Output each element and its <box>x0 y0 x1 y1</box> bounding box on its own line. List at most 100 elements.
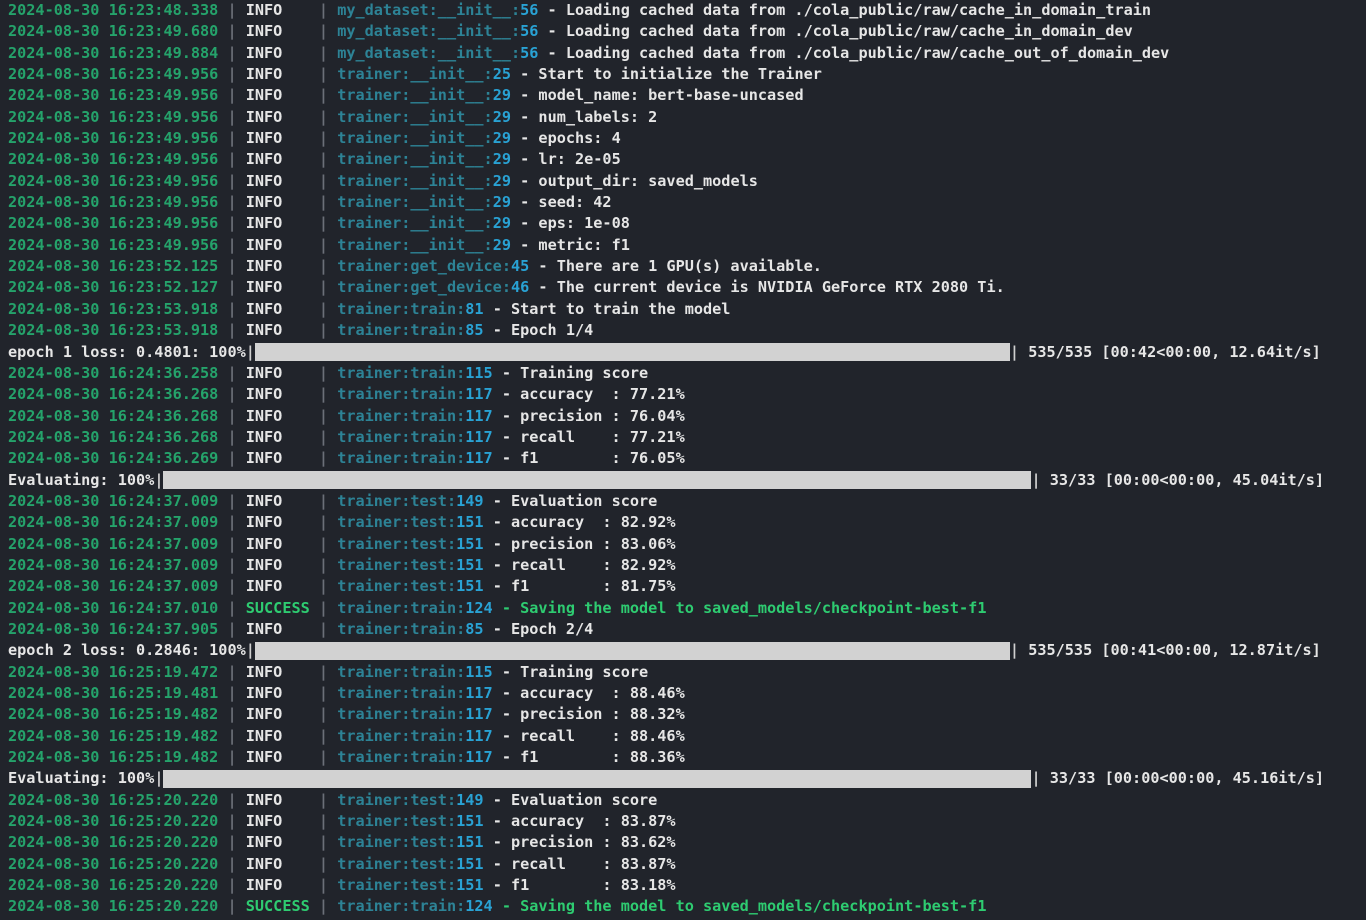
log-level-badge: INFO <box>245 555 283 574</box>
column-separator-icon: | <box>218 171 246 190</box>
column-separator-icon: | <box>218 65 246 84</box>
progress-bar-row: Evaluating: 100% | | 33/33 [00:00<00:00, 4… <box>0 768 1366 789</box>
log-function-name: get_device <box>410 278 502 297</box>
level-padding <box>282 300 319 318</box>
log-module-name: trainer <box>337 513 402 532</box>
column-separator-icon: | <box>218 555 246 574</box>
level-padding <box>282 812 319 830</box>
column-separator-icon: | <box>318 833 338 852</box>
log-timestamp: 2024-08-30 16:25:20.220 <box>8 790 219 809</box>
message-dash: - <box>510 150 539 169</box>
column-separator-icon: | <box>218 577 246 596</box>
level-padding <box>282 791 319 809</box>
function-colon: : <box>446 577 457 596</box>
column-separator-icon: | <box>218 897 246 916</box>
log-module-name: trainer <box>337 684 402 702</box>
log-line: 2024-08-30 16:25:20.220 | INFO | trainer… <box>0 875 1366 896</box>
column-separator-icon: | <box>318 705 338 724</box>
log-level-badge: INFO <box>245 129 283 148</box>
log-timestamp: 2024-08-30 16:24:36.268 <box>8 385 219 404</box>
message-dash: - <box>483 577 511 596</box>
module-colon: : <box>401 150 411 169</box>
log-timestamp: 2024-08-30 16:23:49.956 <box>8 129 219 148</box>
message-dash: - <box>492 726 521 745</box>
column-separator-icon: | <box>318 577 338 596</box>
message-dash: - <box>492 748 521 767</box>
log-line: 2024-08-30 16:23:53.918 | INFO | trainer… <box>0 299 1366 320</box>
module-colon: : <box>428 43 438 62</box>
log-line: 2024-08-30 16:24:36.258 | INFO | trainer… <box>0 363 1366 384</box>
function-colon: : <box>456 321 466 340</box>
log-message: f1 : 81.75% <box>510 577 676 596</box>
log-line-number: 45 <box>510 257 530 276</box>
module-colon: : <box>401 790 411 809</box>
log-level-badge: INFO <box>245 107 283 126</box>
log-level-badge: INFO <box>245 385 283 404</box>
log-level-badge: INFO <box>245 449 283 468</box>
module-colon: : <box>401 107 411 126</box>
module-colon: : <box>401 257 411 276</box>
log-level-badge: INFO <box>245 513 283 532</box>
progress-right-pipe-icon: | <box>1009 342 1020 361</box>
log-line-number: 29 <box>492 107 511 126</box>
log-function-name: train <box>410 427 457 446</box>
function-colon: : <box>456 406 466 425</box>
log-level-badge: INFO <box>245 235 283 254</box>
function-colon: : <box>446 876 457 895</box>
function-colon: : <box>446 854 457 873</box>
function-colon: : <box>456 619 466 638</box>
log-message: num_labels: 2 <box>538 107 658 126</box>
log-module-name: trainer <box>337 235 402 254</box>
module-colon: : <box>401 513 411 532</box>
log-line-number: 117 <box>465 449 493 468</box>
log-module-name: trainer <box>337 748 402 767</box>
log-level-badge: INFO <box>245 705 283 724</box>
log-module-name: trainer <box>337 65 402 84</box>
column-separator-icon: | <box>218 385 246 404</box>
log-message: f1 : 88.36% <box>520 748 685 767</box>
level-padding <box>282 449 319 467</box>
level-padding <box>282 364 319 382</box>
log-message: recall : 88.46% <box>520 726 685 745</box>
level-padding <box>310 599 319 617</box>
module-colon: : <box>401 555 411 574</box>
log-level-badge: INFO <box>245 214 283 233</box>
log-function-name: train <box>410 684 457 702</box>
log-level-badge: INFO <box>245 684 283 702</box>
log-function-name: __init__ <box>410 214 484 233</box>
log-line: 2024-08-30 16:24:37.009 | INFO | trainer… <box>0 534 1366 555</box>
log-line-number: 149 <box>456 790 484 809</box>
level-padding <box>282 150 319 168</box>
log-function-name: __init__ <box>437 22 511 41</box>
log-line-number: 124 <box>465 598 493 617</box>
log-module-name: trainer <box>337 427 402 446</box>
log-message: accuracy : 88.46% <box>520 684 685 702</box>
log-line-number: 29 <box>492 129 511 148</box>
column-separator-icon: | <box>218 321 246 340</box>
log-module-name: my_dataset <box>337 43 429 62</box>
log-module-name: trainer <box>337 406 402 425</box>
log-level-badge: SUCCESS <box>245 897 310 916</box>
level-padding <box>282 22 319 40</box>
log-line-number: 117 <box>465 705 493 724</box>
level-padding <box>282 684 319 702</box>
log-timestamp: 2024-08-30 16:25:19.472 <box>8 662 219 681</box>
module-colon: : <box>401 278 411 297</box>
column-separator-icon: | <box>218 726 246 745</box>
log-level-badge: INFO <box>245 491 283 510</box>
message-dash: - <box>510 86 539 105</box>
function-colon: : <box>446 534 457 553</box>
log-line: 2024-08-30 16:25:20.220 | INFO | trainer… <box>0 832 1366 853</box>
log-module-name: trainer <box>337 812 402 831</box>
log-function-name: train <box>410 385 457 404</box>
log-function-name: train <box>410 619 457 638</box>
log-timestamp: 2024-08-30 16:25:20.220 <box>8 812 219 831</box>
log-level-badge: INFO <box>245 790 283 809</box>
log-message: Training score <box>520 662 649 681</box>
terminal-log-output[interactable]: 2024-08-30 16:23:48.338 | INFO | my_data… <box>0 0 1366 920</box>
level-padding <box>282 193 319 211</box>
message-dash: - <box>483 790 511 809</box>
log-timestamp: 2024-08-30 16:23:52.125 <box>8 257 219 276</box>
log-level-badge: INFO <box>245 1 283 19</box>
progress-bar-track <box>254 641 1010 660</box>
